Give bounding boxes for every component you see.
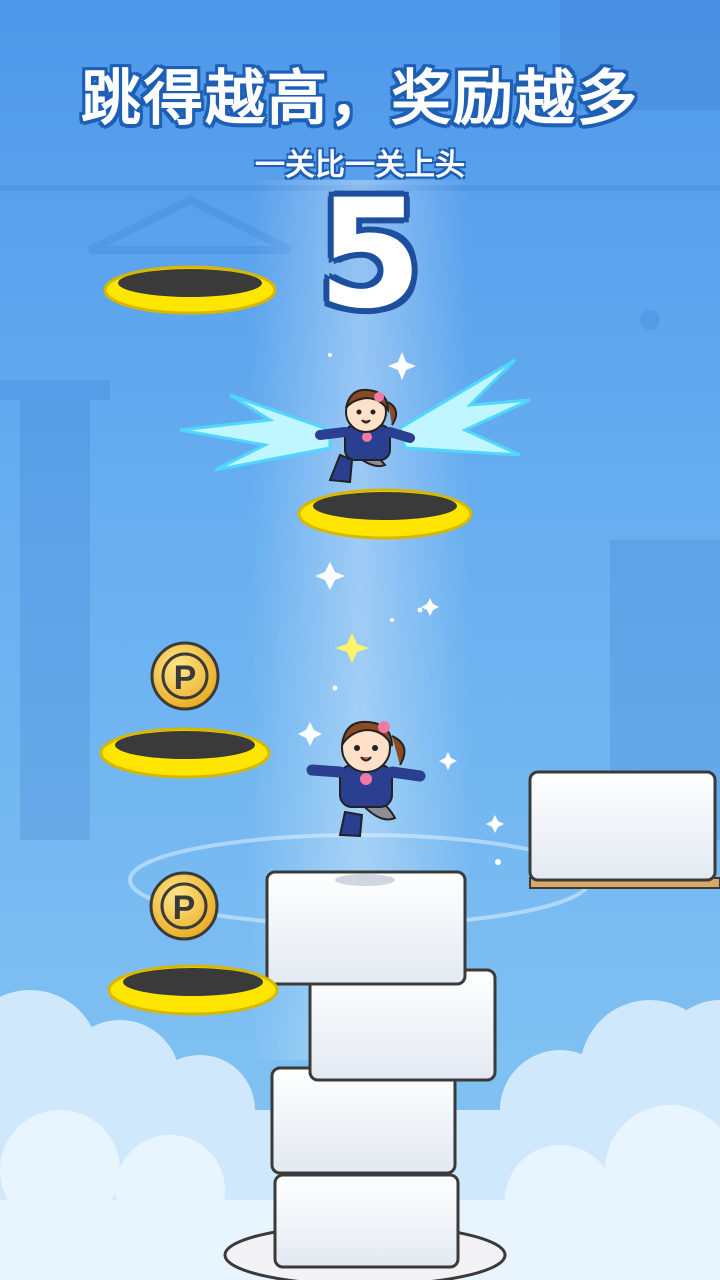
svg-text:P: P (173, 889, 196, 927)
ring-platform-1 (103, 265, 277, 315)
p-coin-icon: P (150, 641, 220, 711)
score-counter: 5 (317, 168, 423, 342)
side-block (528, 770, 720, 889)
tower-block (270, 1066, 457, 1175)
ring-platform-4 (107, 964, 279, 1016)
tower-block (308, 968, 497, 1082)
game-scene: P P 跳得越高，奖励越多 一关比一关上头 5 (0, 0, 720, 1280)
tower-block (265, 870, 467, 986)
headline-title: 跳得越高，奖励越多 (81, 64, 639, 134)
tower-block (273, 1173, 460, 1269)
svg-text:P: P (174, 659, 197, 697)
p-coin-icon: P (149, 871, 219, 941)
ring-platform-2 (297, 488, 473, 540)
ring-platform-3 (99, 727, 271, 779)
